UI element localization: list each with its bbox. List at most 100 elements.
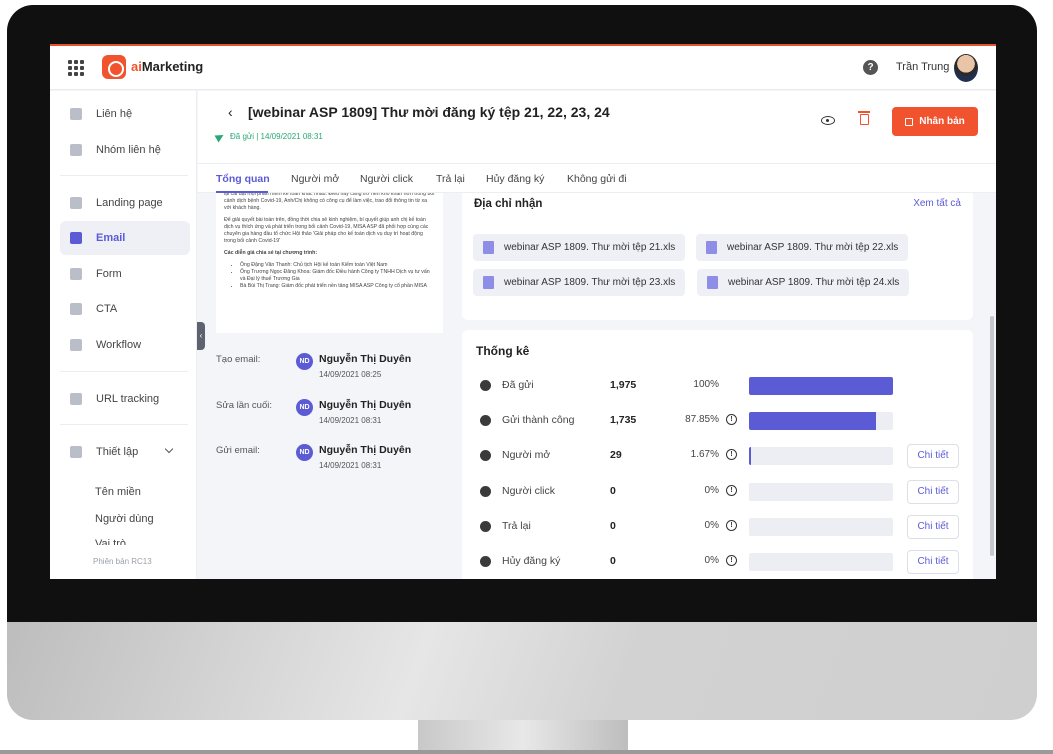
sidebar-item-email[interactable]: Email: [60, 221, 190, 255]
detail-button[interactable]: Chi tiết: [907, 444, 959, 468]
app-logo[interactable]: aiMarketing: [131, 59, 203, 74]
sidebar-collapse-toggle[interactable]: ‹: [197, 322, 205, 350]
stat-progress-fill: [749, 412, 876, 430]
recipient-file-chip[interactable]: webinar ASP 1809. Thư mời tệp 23.xls: [473, 269, 686, 296]
info-icon[interactable]: !: [726, 485, 737, 496]
info-icon[interactable]: !: [726, 520, 737, 531]
top-bar: aiMarketing ? Trần Trung: [50, 46, 996, 90]
detail-button[interactable]: Chi tiết: [907, 550, 959, 574]
copy-icon: [905, 117, 914, 126]
stat-value: 0: [610, 555, 616, 567]
tab-unsubscribed[interactable]: Hủy đăng ký: [486, 173, 544, 185]
stat-percent: 1.67%: [690, 449, 719, 460]
recipient-file-chip[interactable]: webinar ASP 1809. Thư mời tệp 22.xls: [696, 234, 909, 261]
sidebar-item-workflow[interactable]: Workflow: [60, 328, 190, 362]
sidebar-item-cta[interactable]: CTA: [60, 292, 190, 326]
stat-progress-bar: [749, 518, 893, 536]
stat-progress-bar: [749, 447, 893, 465]
recipient-file-chip[interactable]: webinar ASP 1809. Thư mời tệp 24.xls: [697, 269, 910, 296]
recipient-file-chip[interactable]: webinar ASP 1809. Thư mời tệp 21.xls: [473, 234, 686, 261]
stat-progress-bar: [749, 412, 893, 430]
stats-card: Thống kê Đã gửi 1,975 100% Gửi thành công 1,…: [462, 330, 973, 579]
email-header: ‹ [webinar ASP 1809] Thư mời đăng ký tệp…: [198, 91, 996, 163]
delete-trash-icon[interactable]: [858, 111, 870, 125]
created-label: Tạo email:: [216, 354, 261, 365]
preview-eye-icon[interactable]: [821, 116, 835, 125]
stat-row: Trả lại 0 0%! Chi tiết: [462, 515, 973, 539]
info-icon[interactable]: !: [726, 449, 737, 460]
see-all-link[interactable]: Xem tất cả: [913, 198, 961, 209]
sidebar-item-contact-groups[interactable]: Nhóm liên hệ: [60, 133, 190, 167]
recipients-title: Địa chỉ nhận: [474, 198, 543, 210]
app-grid-icon[interactable]: [68, 60, 84, 76]
sidebar-sub-users[interactable]: Người dùng: [95, 513, 154, 525]
stat-percent: 0%: [704, 555, 719, 566]
stat-row: Đã gửi 1,975 100%: [462, 374, 973, 398]
creator-avatar: ND: [296, 353, 313, 370]
stats-title: Thống kê: [476, 344, 530, 358]
stat-progress-fill: [749, 447, 752, 465]
stat-label: Người mở: [502, 449, 551, 461]
detail-button[interactable]: Chi tiết: [907, 480, 959, 504]
version-label: Phiên bản RC13: [93, 557, 152, 566]
stat-label: Gửi thành công: [502, 414, 575, 426]
speaker-item: Ông Đặng Văn Thanh: Chủ tịch Hội kế toán…: [240, 262, 435, 269]
speaker-item: Bà Bùi Thị Trang: Giám đốc phát triển nề…: [240, 283, 435, 290]
email-icon: [70, 232, 82, 244]
page-title: [webinar ASP 1809] Thư mời đăng ký tệp 2…: [248, 104, 610, 120]
sidebar-item-url-tracking[interactable]: URL tracking: [60, 382, 190, 416]
editor-name: Nguyễn Thị Duyên: [319, 399, 412, 411]
editor-avatar: ND: [296, 399, 313, 416]
logo-icon: [102, 55, 126, 79]
tab-openers[interactable]: Người mở: [291, 173, 339, 185]
stat-progress-bar: [749, 553, 893, 571]
stat-value: 0: [610, 485, 616, 497]
click-icon: [480, 486, 491, 497]
stat-label: Hủy đăng ký: [502, 555, 561, 567]
sidebar-sub-roles[interactable]: Vai trò: [95, 538, 126, 545]
sidebar-item-contacts[interactable]: Liên hệ: [60, 97, 190, 131]
tab-overview[interactable]: Tổng quan: [216, 173, 270, 185]
tab-bounced[interactable]: Trả lại: [436, 173, 465, 185]
send-icon: [480, 380, 491, 391]
stat-percent: 0%: [704, 485, 719, 496]
user-avatar[interactable]: [954, 54, 978, 82]
content-scrollbar[interactable]: [990, 316, 994, 556]
created-time: 14/09/2021 08:25: [319, 370, 382, 379]
sidebar-sub-domain[interactable]: Tên miền: [95, 486, 141, 498]
user-name[interactable]: Trần Trung: [896, 61, 949, 73]
stat-percent: 87.85%: [685, 414, 719, 425]
stat-value: 0: [610, 520, 616, 532]
sidebar: Liên hệ Nhóm liên hệ Landing page Email …: [50, 91, 197, 579]
preview-paragraph: Để giải quyết bài toán trên, đồng thời c…: [224, 217, 429, 244]
stat-percent: 100%: [693, 379, 719, 390]
reply-icon: [480, 521, 491, 532]
tab-not-sent[interactable]: Không gửi đi: [567, 173, 627, 185]
recipients-card: Địa chỉ nhận Xem tất cả webinar ASP 1809…: [462, 193, 973, 320]
info-icon[interactable]: !: [726, 555, 737, 566]
stat-row: Người click 0 0%! Chi tiết: [462, 480, 973, 504]
sidebar-divider: [60, 424, 188, 425]
speaker-item: Ông Trương Ngọc Đăng Khoa: Giám đốc Điều…: [240, 269, 435, 283]
cta-icon: [70, 303, 82, 315]
stat-progress-bar: [749, 483, 893, 501]
back-arrow-icon[interactable]: ‹: [228, 104, 233, 120]
stat-value: 1,735: [610, 414, 637, 426]
tab-clickers[interactable]: Người click: [360, 173, 413, 185]
help-icon[interactable]: ?: [863, 60, 878, 75]
success-icon: [480, 415, 491, 426]
workflow-icon: [70, 339, 82, 351]
sidebar-item-landing-page[interactable]: Landing page: [60, 186, 190, 220]
stat-progress-bar: [749, 377, 893, 395]
edited-label: Sửa lần cuối:: [216, 400, 273, 411]
sidebar-item-form[interactable]: Form: [60, 257, 190, 291]
sidebar-item-settings[interactable]: Thiết lập: [60, 435, 190, 469]
stat-row: Hủy đăng ký 0 0%! Chi tiết: [462, 550, 973, 574]
stat-row: Gửi thành công 1,735 87.85%!: [462, 409, 973, 433]
stat-label: Đã gửi: [502, 379, 534, 391]
info-icon[interactable]: !: [726, 414, 737, 425]
unsubscribe-icon: [480, 556, 491, 567]
clone-button[interactable]: Nhân bản: [892, 107, 978, 136]
detail-button[interactable]: Chi tiết: [907, 515, 959, 539]
contact-group-icon: [70, 144, 82, 156]
